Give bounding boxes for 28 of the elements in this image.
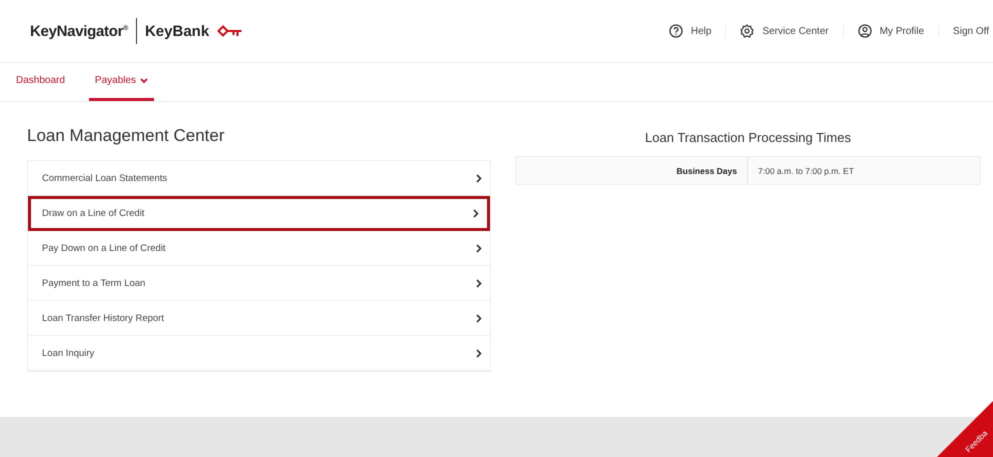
nav-tab[interactable]: Payables xyxy=(88,63,154,101)
profile-icon xyxy=(858,24,872,38)
chevron-right-icon xyxy=(476,348,482,358)
loan-menu-item[interactable]: Commercial Loan Statements xyxy=(28,161,490,196)
loan-menu-item[interactable]: Pay Down on a Line of Credit xyxy=(28,231,490,266)
settings-icon xyxy=(740,24,754,38)
loan-menu-item[interactable]: Draw on a Line of Credit xyxy=(28,196,490,231)
header-link[interactable]: Help xyxy=(654,24,726,38)
loan-menu-item[interactable]: Payment to a Term Loan xyxy=(28,266,490,301)
table-cell-text: 7:00 a.m. to 7:00 p.m. ET xyxy=(757,164,855,178)
chevron-right-icon xyxy=(476,244,482,252)
chevron-right-icon xyxy=(476,278,482,288)
chevron-right-icon xyxy=(476,174,482,182)
help-icon xyxy=(668,24,683,38)
header-link[interactable]: Service Center xyxy=(725,24,843,38)
section-title: Loan Management Center xyxy=(27,126,226,146)
section-title: Loan Transaction Processing Times xyxy=(644,130,852,145)
chevron-right-icon xyxy=(476,314,482,322)
product-logo: KeyNavigator$^{®}$ xyxy=(30,22,128,40)
nav-tab[interactable]: Dashboard xyxy=(10,63,71,101)
brand-logo: KeyBank xyxy=(144,22,210,40)
key-icon xyxy=(217,25,244,37)
loan-menu-item[interactable]: Loan Inquiry xyxy=(28,336,490,371)
table-header-cell: Business Days xyxy=(516,157,748,184)
header-link[interactable]: My Profile xyxy=(842,24,938,38)
chevron-right-icon xyxy=(473,209,479,218)
loan-menu-item[interactable]: Loan Transfer History Report xyxy=(28,301,490,336)
header-link[interactable]: Sign Off xyxy=(938,26,993,36)
